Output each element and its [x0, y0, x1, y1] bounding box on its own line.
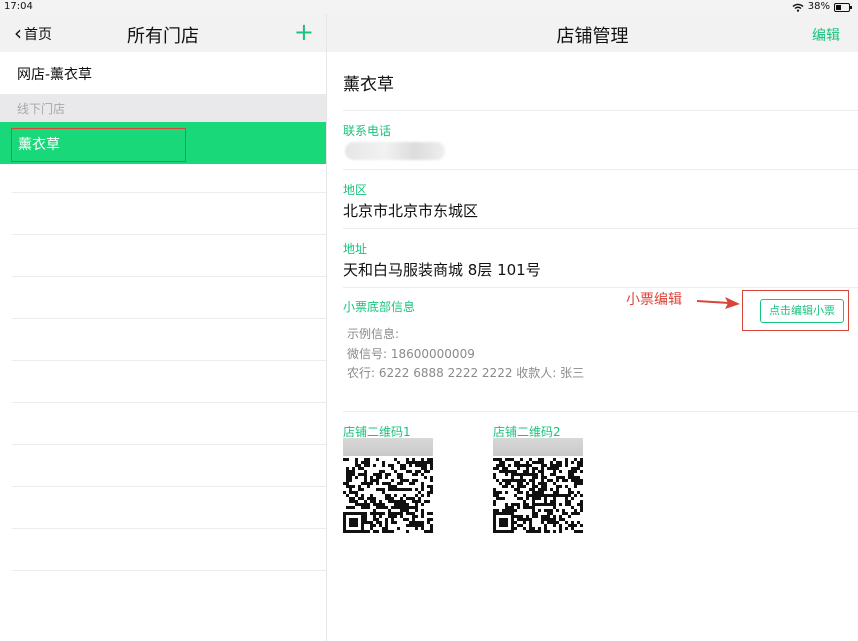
qr-code-2[interactable]: [493, 458, 583, 533]
divider: [343, 169, 858, 170]
store-detail-header: 店铺管理 编辑: [327, 14, 858, 52]
address-value: 天和白马服装商城 8层 101号: [343, 261, 541, 279]
list-item-label: 网店-薰衣草: [17, 67, 93, 83]
divider: [343, 110, 858, 111]
list-item-online-store[interactable]: 网店-薰衣草: [0, 52, 326, 94]
status-indicators: 38%: [792, 0, 852, 14]
region-value: 北京市北京市东城区: [343, 202, 479, 220]
qr2-label-redaction: [493, 438, 583, 456]
plus-icon[interactable]: +: [294, 18, 314, 46]
receipt-line: 微信号: 18600000009: [347, 347, 475, 361]
page-title: 所有门店: [127, 26, 199, 47]
qr1-label-redaction: [343, 438, 433, 456]
wifi-icon: [792, 3, 804, 12]
qr-code-1[interactable]: [343, 458, 433, 533]
list-divider: [12, 234, 326, 235]
annotation-label: 小票编辑: [626, 292, 682, 308]
receipt-footer-label: 小票底部信息: [343, 300, 416, 314]
arrow-right-icon: [697, 297, 740, 309]
address-label: 地址: [343, 242, 368, 256]
phone-value-redacted: [345, 142, 445, 160]
edit-button[interactable]: 编辑: [812, 25, 840, 45]
annotation-highlight-box: [11, 128, 186, 162]
status-time: 17:04: [4, 1, 33, 12]
edit-receipt-button[interactable]: 点击编辑小票: [760, 299, 844, 323]
list-divider: [12, 360, 326, 361]
store-list-pane: ‹ 首页 所有门店 + 网店-薰衣草 线下门店 薰衣草: [0, 14, 326, 641]
divider: [343, 411, 858, 412]
list-divider: [12, 486, 326, 487]
list-divider: [12, 570, 326, 571]
store-name: 薰衣草: [343, 75, 394, 95]
store-detail-pane: 店铺管理 编辑 薰衣草 联系电话 地区 北京市北京市东城区 地址 天和白马服装商…: [327, 14, 858, 641]
section-label: 线下门店: [17, 102, 66, 116]
battery-icon: [834, 2, 852, 12]
section-header-offline: 线下门店: [0, 94, 326, 122]
receipt-line: 农行: 6222 6888 2222 2222 收款人: 张三: [347, 366, 585, 380]
list-divider: [12, 318, 326, 319]
list-divider: [12, 528, 326, 529]
receipt-line: 示例信息:: [347, 327, 400, 341]
store-list-header: ‹ 首页 所有门店 +: [0, 14, 326, 52]
list-divider: [12, 402, 326, 403]
list-divider: [12, 276, 326, 277]
divider: [343, 228, 858, 229]
region-label: 地区: [343, 183, 368, 197]
list-divider: [12, 192, 326, 193]
divider: [343, 287, 858, 288]
status-bar: 17:04 38%: [0, 0, 858, 14]
battery-percent: 38%: [807, 1, 830, 12]
phone-label: 联系电话: [343, 124, 392, 138]
detail-title: 店铺管理: [556, 26, 629, 47]
list-divider: [12, 444, 326, 445]
